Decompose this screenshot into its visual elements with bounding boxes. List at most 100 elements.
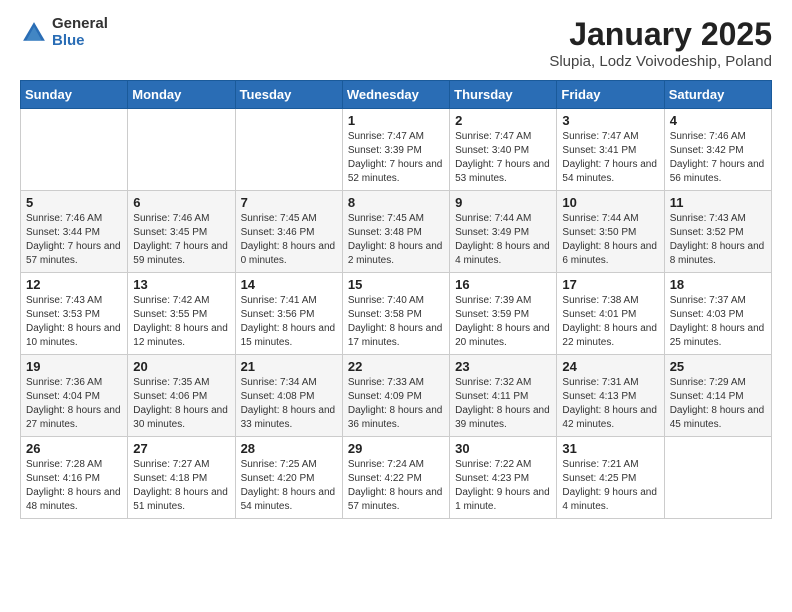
- logo-text: General Blue: [52, 16, 108, 49]
- day-number: 9: [455, 195, 551, 210]
- col-sunday: Sunday: [21, 81, 128, 109]
- table-row: 14 Sunrise: 7:41 AM Sunset: 3:56 PM Dayli…: [235, 273, 342, 355]
- table-row: 27 Sunrise: 7:27 AM Sunset: 4:18 PM Dayli…: [128, 437, 235, 519]
- calendar-week-row: 12 Sunrise: 7:43 AM Sunset: 3:53 PM Dayli…: [21, 273, 772, 355]
- day-number: 6: [133, 195, 229, 210]
- day-number: 21: [241, 359, 337, 374]
- day-number: 26: [26, 441, 122, 456]
- day-number: 10: [562, 195, 658, 210]
- logo-icon: [20, 19, 48, 47]
- table-row: 11 Sunrise: 7:43 AM Sunset: 3:52 PM Dayli…: [664, 191, 771, 273]
- calendar-week-row: 19Sunrise: 7:36 AM Sunset: 4:04 PM Dayli…: [21, 355, 772, 437]
- day-info: Sunrise: 7:29 AM Sunset: 4:14 PM Dayligh…: [670, 376, 766, 432]
- day-info: Sunrise: 7:25 AM Sunset: 4:20 PM Dayligh…: [241, 458, 337, 514]
- day-info: Sunrise: 7:43 AM Sunset: 3:53 PM Dayligh…: [26, 294, 122, 350]
- col-saturday: Saturday: [664, 81, 771, 109]
- table-row: 5Sunrise: 7:46 AM Sunset: 3:44 PM Daylig…: [21, 191, 128, 273]
- day-info: Sunrise: 7:27 AM Sunset: 4:18 PM Dayligh…: [133, 458, 229, 514]
- table-row: 1Sunrise: 7:47 AM Sunset: 3:39 PM Daylig…: [342, 109, 449, 191]
- table-row: 2 Sunrise: 7:47 AM Sunset: 3:40 PM Daylig…: [450, 109, 557, 191]
- day-number: 2: [455, 113, 551, 128]
- col-monday: Monday: [128, 81, 235, 109]
- day-number: 22: [348, 359, 444, 374]
- col-tuesday: Tuesday: [235, 81, 342, 109]
- day-number: 25: [670, 359, 766, 374]
- table-row: 8 Sunrise: 7:45 AM Sunset: 3:48 PM Daylig…: [342, 191, 449, 273]
- table-row: 21 Sunrise: 7:34 AM Sunset: 4:08 PM Dayli…: [235, 355, 342, 437]
- table-row: 22 Sunrise: 7:33 AM Sunset: 4:09 PM Dayli…: [342, 355, 449, 437]
- table-row: [21, 109, 128, 191]
- day-info: Sunrise: 7:37 AM Sunset: 4:03 PM Dayligh…: [670, 294, 766, 350]
- table-row: [235, 109, 342, 191]
- day-number: 20: [133, 359, 229, 374]
- day-number: 13: [133, 277, 229, 292]
- day-number: 12: [26, 277, 122, 292]
- table-row: 7 Sunrise: 7:45 AM Sunset: 3:46 PM Daylig…: [235, 191, 342, 273]
- col-friday: Friday: [557, 81, 664, 109]
- logo-blue: Blue: [52, 33, 108, 50]
- table-row: 9 Sunrise: 7:44 AM Sunset: 3:49 PM Daylig…: [450, 191, 557, 273]
- day-info: Sunrise: 7:35 AM Sunset: 4:06 PM Dayligh…: [133, 376, 229, 432]
- day-info: Sunrise: 7:44 AM Sunset: 3:50 PM Dayligh…: [562, 212, 658, 268]
- day-info: Sunrise: 7:41 AM Sunset: 3:56 PM Dayligh…: [241, 294, 337, 350]
- day-info: Sunrise: 7:33 AM Sunset: 4:09 PM Dayligh…: [348, 376, 444, 432]
- day-info: Sunrise: 7:22 AM Sunset: 4:23 PM Dayligh…: [455, 458, 551, 514]
- table-row: 13 Sunrise: 7:42 AM Sunset: 3:55 PM Dayli…: [128, 273, 235, 355]
- day-info: Sunrise: 7:40 AM Sunset: 3:58 PM Dayligh…: [348, 294, 444, 350]
- day-info: Sunrise: 7:45 AM Sunset: 3:48 PM Dayligh…: [348, 212, 444, 268]
- calendar-table: Sunday Monday Tuesday Wednesday Thursday…: [20, 80, 772, 519]
- page: General Blue January 2025 Slupia, Lodz V…: [0, 0, 792, 535]
- table-row: 29Sunrise: 7:24 AM Sunset: 4:22 PM Dayli…: [342, 437, 449, 519]
- day-number: 30: [455, 441, 551, 456]
- day-info: Sunrise: 7:28 AM Sunset: 4:16 PM Dayligh…: [26, 458, 122, 514]
- day-info: Sunrise: 7:32 AM Sunset: 4:11 PM Dayligh…: [455, 376, 551, 432]
- table-row: 24 Sunrise: 7:31 AM Sunset: 4:13 PM Dayli…: [557, 355, 664, 437]
- day-info: Sunrise: 7:31 AM Sunset: 4:13 PM Dayligh…: [562, 376, 658, 432]
- day-number: 24: [562, 359, 658, 374]
- day-number: 27: [133, 441, 229, 456]
- col-thursday: Thursday: [450, 81, 557, 109]
- calendar-title: January 2025: [549, 16, 772, 53]
- day-number: 8: [348, 195, 444, 210]
- table-row: 6Sunrise: 7:46 AM Sunset: 3:45 PM Daylig…: [128, 191, 235, 273]
- day-number: 11: [670, 195, 766, 210]
- day-info: Sunrise: 7:38 AM Sunset: 4:01 PM Dayligh…: [562, 294, 658, 350]
- calendar-week-row: 1Sunrise: 7:47 AM Sunset: 3:39 PM Daylig…: [21, 109, 772, 191]
- day-info: Sunrise: 7:44 AM Sunset: 3:49 PM Dayligh…: [455, 212, 551, 268]
- day-info: Sunrise: 7:36 AM Sunset: 4:04 PM Dayligh…: [26, 376, 122, 432]
- day-number: 14: [241, 277, 337, 292]
- day-number: 15: [348, 277, 444, 292]
- title-block: January 2025 Slupia, Lodz Voivodeship, P…: [549, 16, 772, 70]
- table-row: 26 Sunrise: 7:28 AM Sunset: 4:16 PM Dayli…: [21, 437, 128, 519]
- header: General Blue January 2025 Slupia, Lodz V…: [20, 16, 772, 70]
- day-info: Sunrise: 7:21 AM Sunset: 4:25 PM Dayligh…: [562, 458, 658, 514]
- table-row: 15 Sunrise: 7:40 AM Sunset: 3:58 PM Dayli…: [342, 273, 449, 355]
- day-info: Sunrise: 7:47 AM Sunset: 3:40 PM Dayligh…: [455, 130, 551, 186]
- calendar-header-row: Sunday Monday Tuesday Wednesday Thursday…: [21, 81, 772, 109]
- table-row: 3 Sunrise: 7:47 AM Sunset: 3:41 PM Daylig…: [557, 109, 664, 191]
- day-info: Sunrise: 7:39 AM Sunset: 3:59 PM Dayligh…: [455, 294, 551, 350]
- day-number: 28: [241, 441, 337, 456]
- logo: General Blue: [20, 16, 108, 49]
- table-row: 20 Sunrise: 7:35 AM Sunset: 4:06 PM Dayli…: [128, 355, 235, 437]
- day-number: 23: [455, 359, 551, 374]
- day-info: Sunrise: 7:42 AM Sunset: 3:55 PM Dayligh…: [133, 294, 229, 350]
- table-row: 16Sunrise: 7:39 AM Sunset: 3:59 PM Dayli…: [450, 273, 557, 355]
- day-info: Sunrise: 7:43 AM Sunset: 3:52 PM Dayligh…: [670, 212, 766, 268]
- day-info: Sunrise: 7:47 AM Sunset: 3:41 PM Dayligh…: [562, 130, 658, 186]
- calendar-subtitle: Slupia, Lodz Voivodeship, Poland: [549, 53, 772, 70]
- table-row: 10 Sunrise: 7:44 AM Sunset: 3:50 PM Dayli…: [557, 191, 664, 273]
- table-row: 23 Sunrise: 7:32 AM Sunset: 4:11 PM Dayli…: [450, 355, 557, 437]
- day-number: 7: [241, 195, 337, 210]
- day-number: 18: [670, 277, 766, 292]
- day-info: Sunrise: 7:34 AM Sunset: 4:08 PM Dayligh…: [241, 376, 337, 432]
- table-row: [664, 437, 771, 519]
- calendar-week-row: 5Sunrise: 7:46 AM Sunset: 3:44 PM Daylig…: [21, 191, 772, 273]
- logo-general: General: [52, 16, 108, 33]
- day-number: 3: [562, 113, 658, 128]
- day-number: 5: [26, 195, 122, 210]
- table-row: 30 Sunrise: 7:22 AM Sunset: 4:23 PM Dayli…: [450, 437, 557, 519]
- table-row: 25 Sunrise: 7:29 AM Sunset: 4:14 PM Dayli…: [664, 355, 771, 437]
- day-info: Sunrise: 7:47 AM Sunset: 3:39 PM Dayligh…: [348, 130, 444, 186]
- day-info: Sunrise: 7:45 AM Sunset: 3:46 PM Dayligh…: [241, 212, 337, 268]
